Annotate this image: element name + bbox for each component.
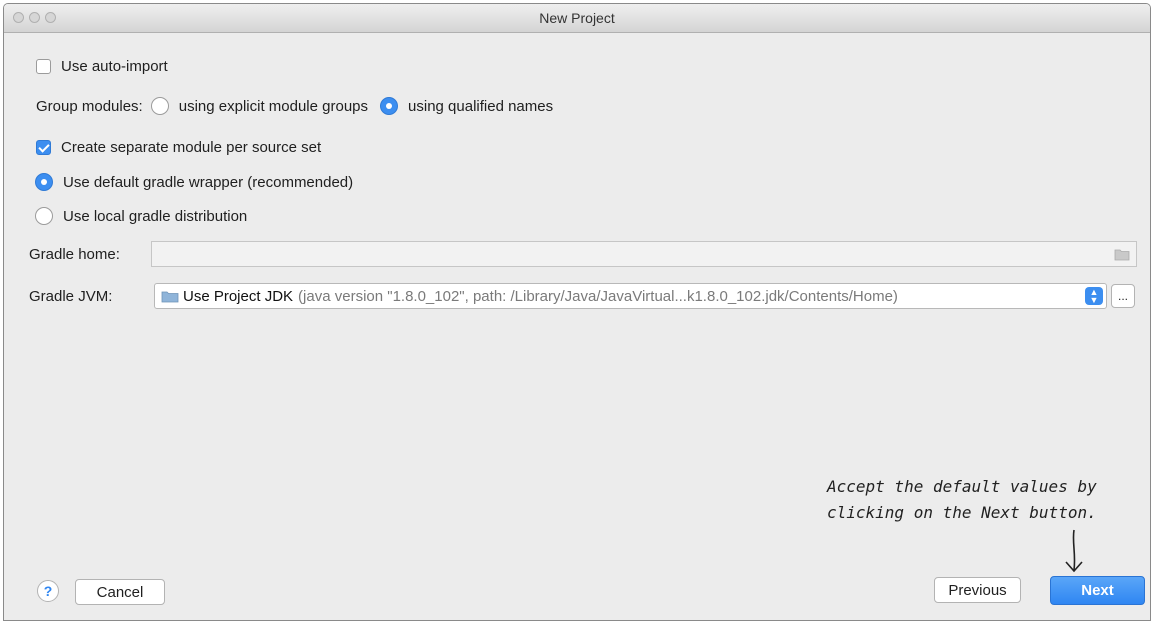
help-button[interactable]: ? xyxy=(37,580,59,602)
auto-import-checkbox[interactable] xyxy=(36,59,51,74)
window-title: New Project xyxy=(539,10,615,26)
local-distribution-option[interactable]: Use local gradle distribution xyxy=(35,207,247,225)
gradle-home-field xyxy=(151,241,1137,267)
group-explicit-label[interactable]: using explicit module groups xyxy=(179,98,368,115)
separate-module-label: Create separate module per source set xyxy=(61,139,322,156)
gradle-jvm-selected-detail: (java version "1.8.0_102", path: /Librar… xyxy=(298,287,898,305)
local-distribution-radio[interactable] xyxy=(35,207,53,225)
title-bar: New Project xyxy=(4,4,1150,33)
local-distribution-label: Use local gradle distribution xyxy=(63,207,248,225)
previous-button[interactable]: Previous xyxy=(934,577,1021,603)
default-wrapper-radio[interactable] xyxy=(35,173,53,191)
group-qualified-label[interactable]: using qualified names xyxy=(408,98,553,115)
separate-module-option[interactable]: Create separate module per source set xyxy=(36,139,321,156)
gradle-jvm-selected-name: Use Project JDK xyxy=(183,287,294,305)
auto-import-option[interactable]: Use auto-import xyxy=(36,58,168,75)
gradle-jvm-select[interactable]: Use Project JDK (java version "1.8.0_102… xyxy=(154,283,1107,309)
next-button[interactable]: Next xyxy=(1050,576,1145,605)
folder-icon[interactable] xyxy=(1114,247,1130,261)
group-explicit-radio[interactable] xyxy=(150,97,169,115)
annotation-line-1: Accept the default values by xyxy=(827,477,1097,496)
default-wrapper-option[interactable]: Use default gradle wrapper (recommended) xyxy=(35,173,353,191)
cancel-button[interactable]: Cancel xyxy=(75,579,165,605)
gradle-jvm-label: Gradle JVM: xyxy=(29,288,113,305)
separate-module-checkbox[interactable] xyxy=(36,140,51,155)
group-modules-label: Group modules: xyxy=(36,97,143,115)
group-modules-row: Group modules: using explicit module gro… xyxy=(36,97,553,115)
annotation-arrow-icon xyxy=(1065,529,1083,573)
gradle-home-label: Gradle home: xyxy=(29,246,120,263)
jdk-folder-icon xyxy=(161,291,179,303)
default-wrapper-label: Use default gradle wrapper (recommended) xyxy=(63,173,354,191)
group-qualified-radio[interactable] xyxy=(380,97,399,115)
annotation-line-2: clicking on the Next button. xyxy=(827,503,1097,522)
select-arrows-icon[interactable]: ▲ ▼ xyxy=(1085,287,1103,305)
new-project-window: New Project Use auto-import Group module… xyxy=(3,3,1151,621)
gradle-jvm-browse-button[interactable]: ... xyxy=(1111,284,1135,308)
auto-import-label: Use auto-import xyxy=(61,58,168,75)
handwritten-annotation: Accept the default values by clicking on… xyxy=(827,474,1127,526)
